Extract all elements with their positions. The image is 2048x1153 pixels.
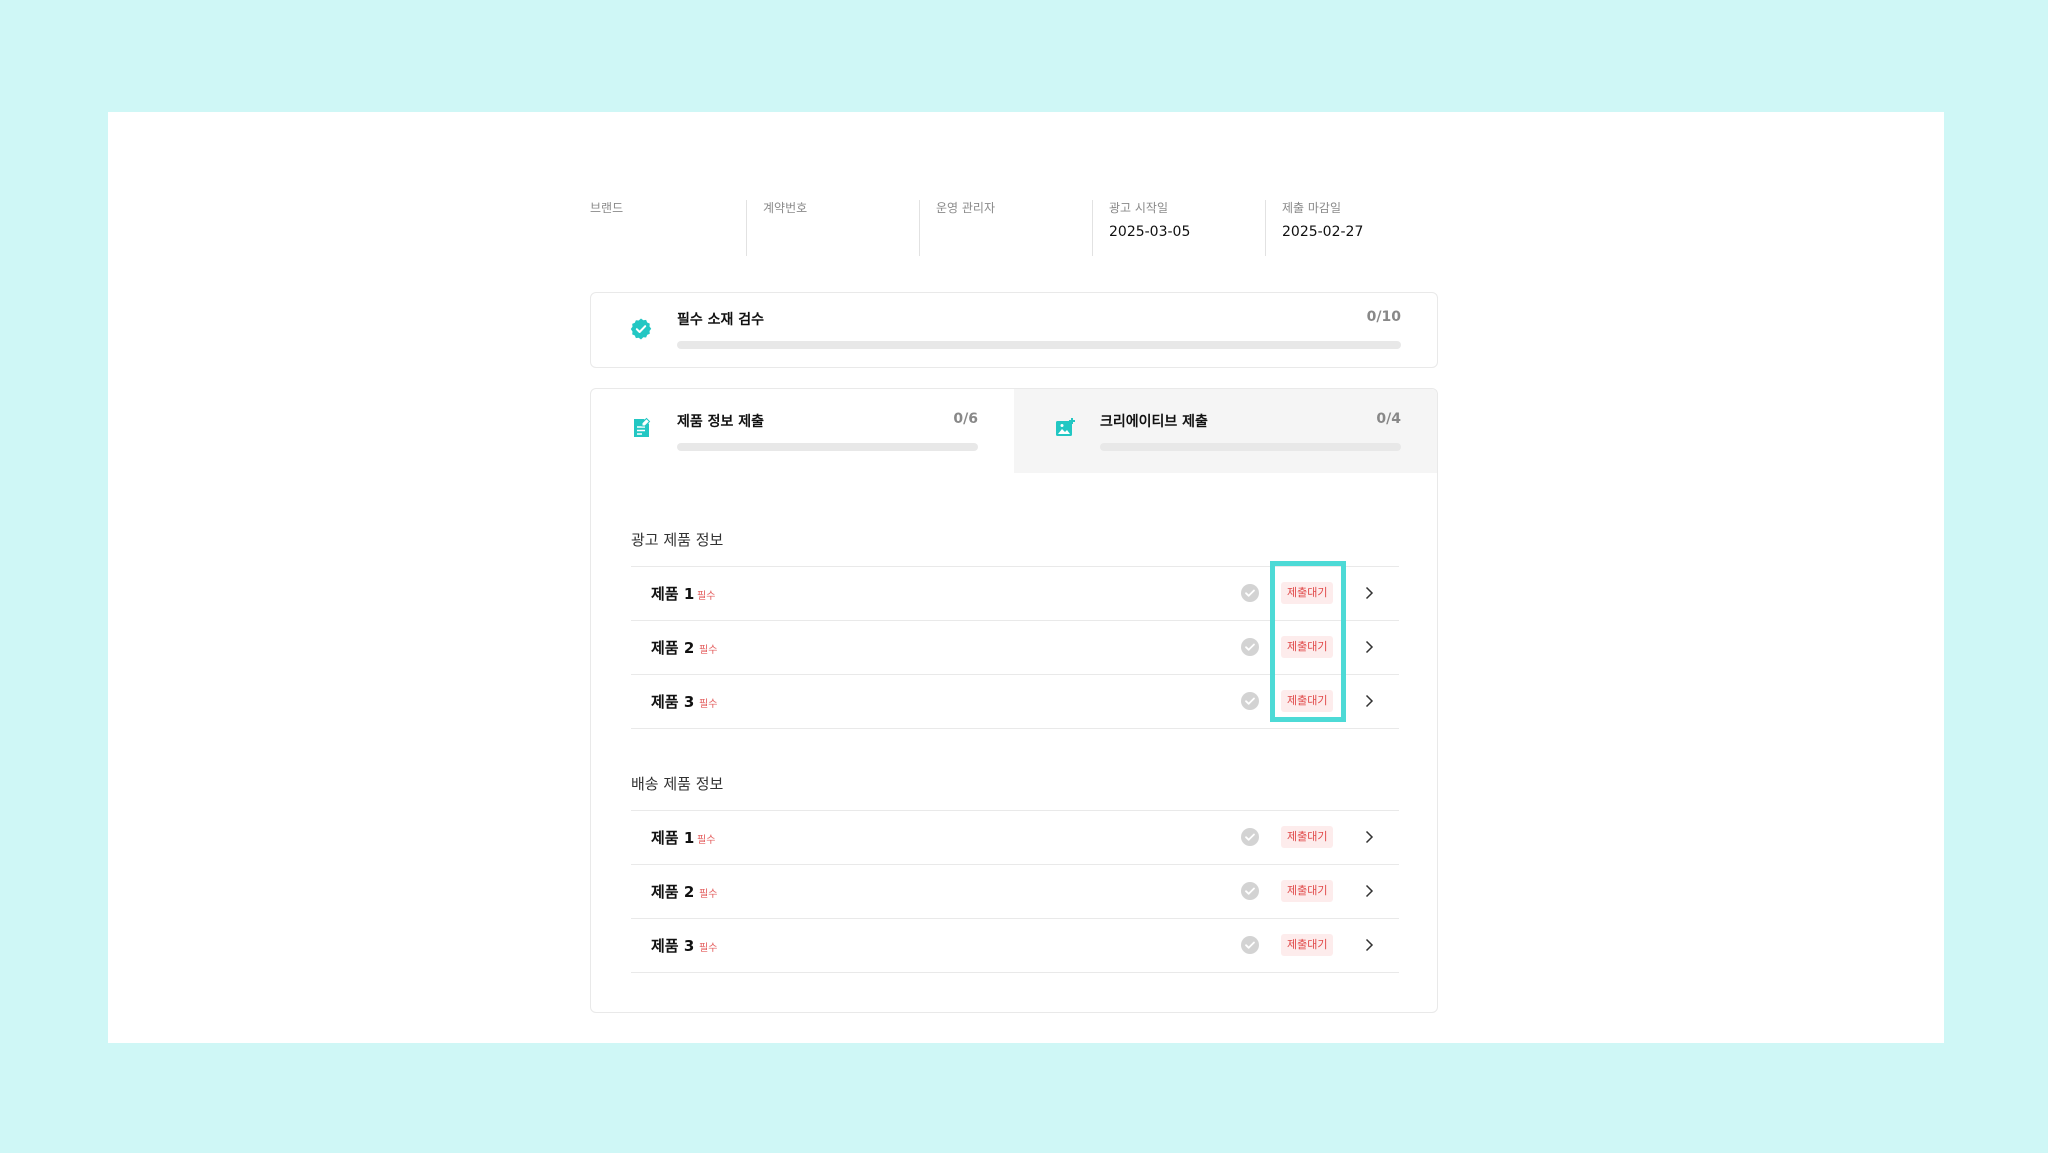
required-badge: 필수 [699, 699, 718, 710]
verified-badge-icon [630, 318, 652, 340]
meta-value: 2025-02-27 [1282, 224, 1364, 240]
item-name: 제품 1 [651, 829, 695, 847]
meta-manager: 운영 관리자 [919, 200, 1092, 256]
tab-title: 제품 정보 제출 [677, 414, 765, 430]
chevron-right-icon[interactable] [1361, 883, 1377, 899]
chevron-right-icon[interactable] [1361, 693, 1377, 709]
status-badge: 제출대기 [1281, 826, 1334, 848]
tab-progress: 제품 정보 제출 0/6 [677, 411, 978, 451]
tab-progress-bar [677, 443, 978, 451]
section-title: 광고 제품 정보 [631, 531, 724, 549]
image-add-icon [1056, 418, 1075, 436]
section-title: 배송 제품 정보 [631, 775, 724, 793]
list-item[interactable]: 제품 3 필수 제출대기 [631, 919, 1399, 973]
status-badge: 제출대기 [1281, 880, 1334, 902]
check-circle-icon [1241, 638, 1259, 656]
check-circle-icon [1241, 692, 1259, 710]
item-name: 제품 3 [651, 937, 695, 955]
item-name: 제품 1 [651, 585, 695, 603]
check-circle-icon [1241, 882, 1259, 900]
required-badge: 필수 [699, 943, 718, 954]
tab-count: 0/6 [953, 411, 978, 427]
item-name: 제품 2 [651, 639, 695, 657]
item-name: 제품 3 [651, 693, 695, 711]
inspection-card: 필수 소재 검수 0/10 [590, 292, 1438, 368]
meta-label: 광고 시작일 [1109, 201, 1169, 215]
submission-tabs: 제품 정보 제출 0/6 크리에이티브 제출 0/4 [591, 389, 1437, 473]
chevron-right-icon[interactable] [1361, 639, 1377, 655]
meta-submit-deadline: 제출 마감일 2025-02-27 [1265, 200, 1438, 256]
tab-count: 0/4 [1376, 411, 1401, 427]
required-badge: 필수 [697, 591, 716, 602]
list-item[interactable]: 제품 1 필수 제출대기 [631, 811, 1399, 865]
required-badge: 필수 [697, 835, 716, 846]
section-shipping-product-info: 배송 제품 정보 제품 1 필수 제출대기 제품 2 필수 제출대기 제품 3 … [631, 774, 1399, 973]
tab-title: 크리에이티브 제출 [1100, 414, 1208, 430]
contract-meta: 브랜드 계약번호 운영 관리자 광고 시작일 2025-03-05 제출 마감일… [590, 200, 1438, 256]
meta-label: 운영 관리자 [936, 201, 996, 215]
status-badge: 제출대기 [1281, 934, 1334, 956]
page-canvas: 브랜드 계약번호 운영 관리자 광고 시작일 2025-03-05 제출 마감일… [108, 112, 1944, 1043]
meta-label: 제출 마감일 [1282, 201, 1342, 215]
tab-progress: 크리에이티브 제출 0/4 [1100, 411, 1401, 451]
meta-label: 브랜드 [590, 201, 624, 215]
check-circle-icon [1241, 936, 1259, 954]
meta-value: 2025-03-05 [1109, 224, 1191, 240]
meta-brand: 브랜드 [590, 200, 746, 256]
tab-product-info[interactable]: 제품 정보 제출 0/6 [591, 389, 1014, 473]
inspection-title: 필수 소재 검수 [677, 312, 765, 328]
inspection-progress-bar [677, 341, 1401, 349]
inspection-progress: 필수 소재 검수 0/10 [677, 309, 1401, 349]
inspection-count: 0/10 [1366, 309, 1401, 325]
chevron-right-icon[interactable] [1361, 585, 1377, 601]
chevron-right-icon[interactable] [1361, 829, 1377, 845]
chevron-right-icon[interactable] [1361, 937, 1377, 953]
status-highlight-box [1270, 561, 1346, 722]
tab-progress-bar [1100, 443, 1401, 451]
document-edit-icon [634, 417, 651, 437]
list-item[interactable]: 제품 2 필수 제출대기 [631, 865, 1399, 919]
required-badge: 필수 [699, 889, 718, 900]
meta-label: 계약번호 [763, 201, 808, 215]
meta-contract-number: 계약번호 [746, 200, 919, 256]
check-circle-icon [1241, 584, 1259, 602]
product-list: 제품 1 필수 제출대기 제품 2 필수 제출대기 제품 3 필수 제출대기 [631, 810, 1399, 973]
meta-ad-start-date: 광고 시작일 2025-03-05 [1092, 200, 1265, 256]
tab-creative[interactable]: 크리에이티브 제출 0/4 [1014, 389, 1437, 473]
check-circle-icon [1241, 828, 1259, 846]
item-name: 제품 2 [651, 883, 695, 901]
required-badge: 필수 [699, 645, 718, 656]
